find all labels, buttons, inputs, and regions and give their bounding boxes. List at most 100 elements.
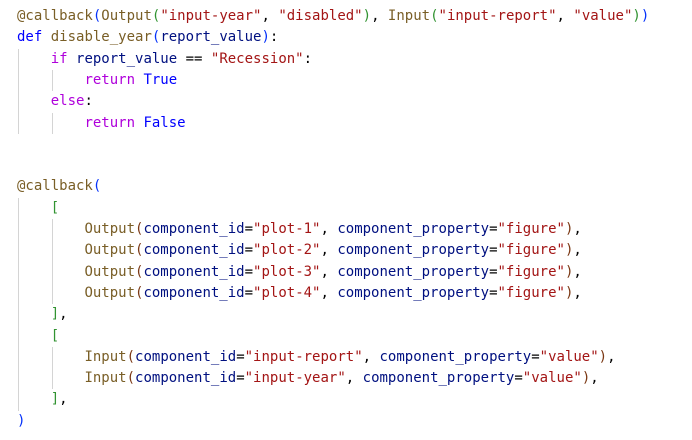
code-line[interactable]: Output(component_id="plot-2", component_… (17, 240, 581, 261)
code-line[interactable]: else: (17, 91, 93, 112)
indent-guide (51, 346, 53, 390)
code-token: ) (362, 8, 372, 24)
code-token: ) (632, 8, 641, 24)
code-token: "disabled" (278, 8, 363, 24)
code-token: , (345, 370, 363, 387)
code-token: = (244, 263, 254, 280)
indent-guide (51, 219, 53, 305)
code-token: ) (581, 370, 591, 387)
code-line[interactable]: [ (17, 198, 59, 219)
code-token: report_value (76, 50, 178, 67)
code-line[interactable]: if report_value == "Recession": (17, 49, 312, 70)
code-token: , (590, 370, 599, 387)
code-line[interactable]: ], (17, 389, 68, 410)
code-token: , (59, 391, 68, 408)
code-token: , (59, 306, 68, 323)
code-token: ) (261, 29, 270, 46)
code-line[interactable]: ], (17, 304, 68, 325)
code-token: report_value (160, 29, 262, 46)
code-token: = (489, 242, 498, 259)
code-token: component_id (143, 242, 245, 259)
code-line[interactable]: return True (17, 70, 177, 91)
code-token: ( (126, 348, 136, 365)
code-token: component_property (337, 242, 490, 259)
code-token: ( (430, 8, 439, 24)
code-token: component_property (337, 263, 490, 280)
code-line[interactable]: @callback(Output("input-year", "disabled… (17, 6, 649, 27)
code-token: ) (17, 412, 26, 429)
code-token: "value" (573, 8, 633, 24)
code-line[interactable]: Input(component_id="input-year", compone… (17, 368, 599, 389)
code-line[interactable]: Output(component_id="plot-3", component_… (17, 262, 581, 283)
code-token: = (514, 370, 523, 387)
code-token: "value" (522, 370, 582, 387)
code-token: : (303, 50, 313, 67)
code-token: ) (598, 348, 608, 365)
code-token: , (261, 8, 279, 24)
code-line[interactable]: Output(component_id="plot-1", component_… (17, 219, 581, 240)
code-token: True (143, 71, 178, 88)
code-line[interactable]: return False (17, 113, 186, 134)
code-token: = (244, 242, 254, 259)
code-token: = (244, 221, 254, 237)
code-line[interactable]: [ (17, 326, 59, 347)
code-token: Input (387, 8, 431, 24)
code-line[interactable]: Output(component_id="plot-4", component_… (17, 283, 581, 304)
code-token: = (531, 348, 540, 365)
code-token: , (556, 8, 574, 24)
code-token: ( (92, 178, 102, 195)
code-line[interactable]: Input(component_id="input-report", compo… (17, 347, 616, 368)
indent-guide (18, 48, 19, 134)
code-token: : (84, 93, 93, 110)
code-token: = (489, 221, 498, 237)
code-token: Output (84, 242, 136, 259)
code-token: = (236, 348, 245, 365)
code-token: "figure" (497, 242, 565, 259)
code-editor[interactable]: @callback(Output("input-year", "disabled… (0, 0, 692, 440)
code-token: "plot-3" (253, 263, 321, 280)
code-line[interactable]: @callback( (17, 176, 101, 197)
code-token: disable_year (50, 29, 152, 46)
code-token: , (320, 242, 338, 259)
code-token: False (143, 114, 186, 131)
code-token: component_property (379, 348, 532, 365)
code-token: "input-year" (160, 8, 262, 24)
code-token: [ (50, 327, 60, 344)
code-token: "input-report" (244, 348, 363, 365)
code-token: = (236, 370, 245, 387)
code-token: @callback (17, 178, 93, 195)
code-line[interactable]: ) (17, 411, 25, 432)
code-token: "input-report" (438, 8, 557, 24)
code-token: Input (84, 370, 127, 387)
code-token: component_property (362, 370, 515, 387)
code-token: component_id (135, 348, 237, 365)
code-token: "input-year" (244, 370, 346, 387)
code-token: ) (640, 8, 650, 24)
code-line[interactable]: def disable_year(report_value): (17, 27, 278, 48)
code-token: == (177, 50, 211, 67)
code-token: component_id (135, 370, 237, 387)
code-token: @callback (17, 8, 93, 24)
indent-guide (51, 69, 53, 92)
code-token: , (320, 284, 338, 301)
code-token: = (489, 263, 498, 280)
code-token: [ (50, 199, 60, 216)
code-token: "plot-2" (253, 242, 321, 259)
code-token: return (84, 114, 136, 131)
code-token: "Recession" (210, 50, 304, 67)
code-token: "figure" (497, 221, 565, 237)
code-token: "value" (539, 348, 599, 365)
code-token: , (362, 348, 380, 365)
code-token: , (607, 348, 616, 365)
